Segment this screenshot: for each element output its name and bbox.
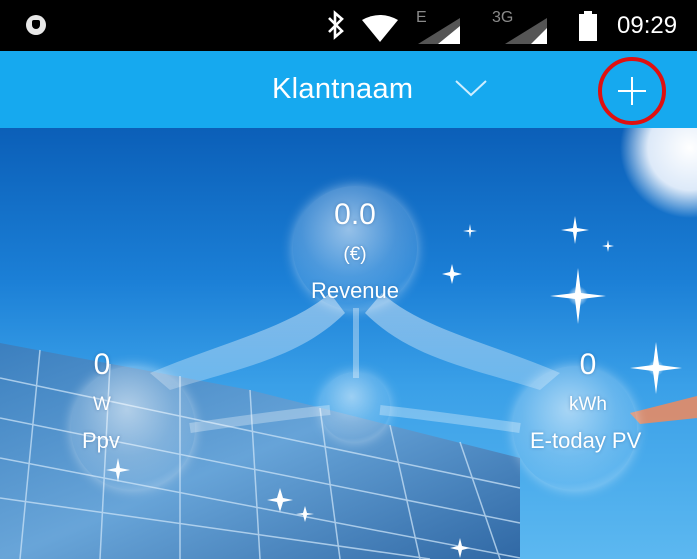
- etoday-value: 0: [579, 348, 597, 381]
- revenue-value: 0.0: [334, 198, 376, 231]
- etoday-label: E-today PV: [530, 428, 642, 453]
- ppv-unit: W: [93, 394, 111, 415]
- energy-dashboard: 0.0 (€) Revenue 0 W Ppv 0 kWh E-today PV: [0, 128, 697, 559]
- status-clock: 09:29: [617, 12, 678, 39]
- add-button[interactable]: [598, 57, 666, 125]
- chevron-down-icon[interactable]: [455, 79, 487, 97]
- battery-icon: [579, 11, 597, 41]
- status-bar: E 3G 09:29: [0, 0, 697, 51]
- app-header: Klantnaam: [0, 51, 697, 128]
- ppv-value: 0: [93, 348, 111, 381]
- customer-name-title[interactable]: Klantnaam: [272, 73, 413, 106]
- etoday-unit: kWh: [569, 394, 607, 415]
- wifi-icon: [362, 15, 398, 42]
- revenue-label: Revenue: [310, 278, 400, 303]
- signal-strength-2-icon: [505, 18, 547, 44]
- bluetooth-icon: [328, 10, 344, 40]
- signal-strength-icon: [418, 18, 460, 44]
- ppv-label: Ppv: [82, 428, 120, 453]
- plus-icon: [618, 77, 646, 105]
- center-hub-bubble: [320, 372, 390, 442]
- shield-notification-icon: [26, 15, 46, 35]
- revenue-unit: (€): [343, 244, 367, 265]
